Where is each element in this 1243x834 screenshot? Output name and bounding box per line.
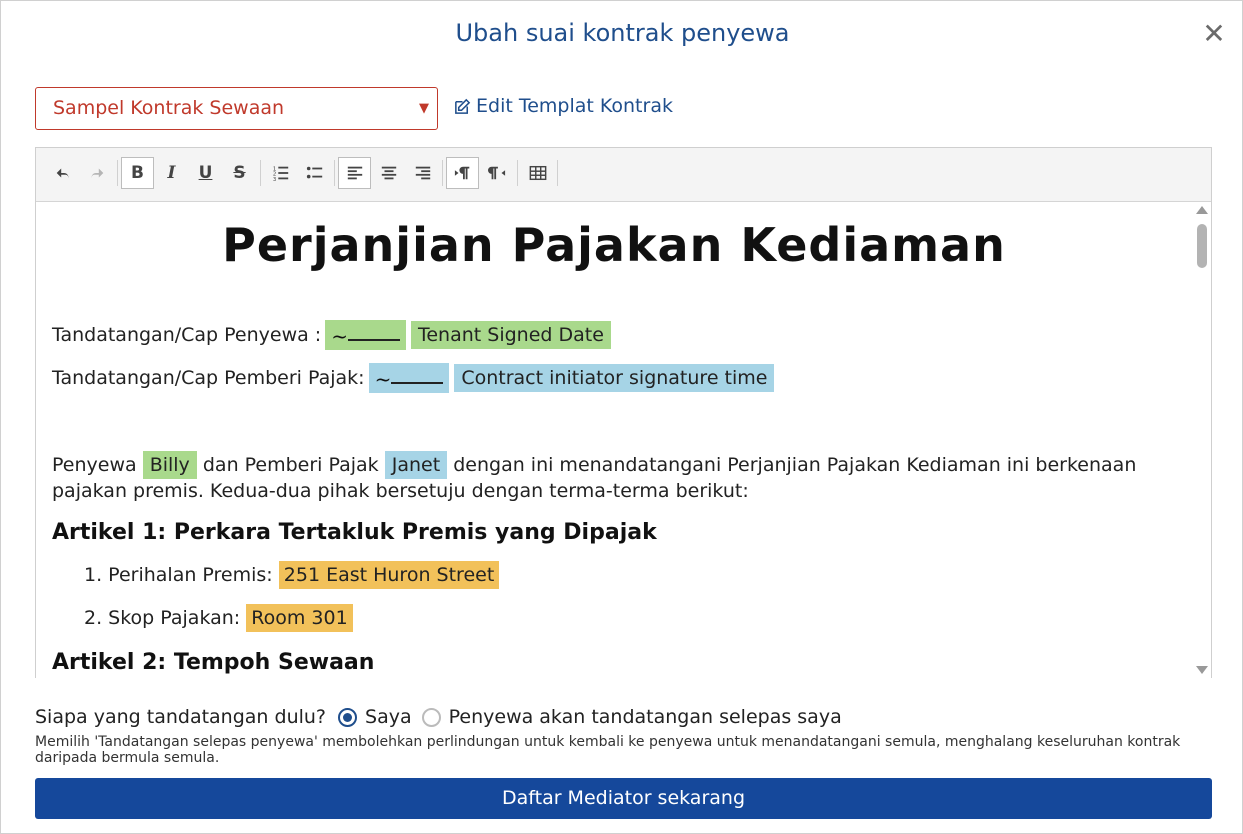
align-center-icon[interactable]: [372, 157, 405, 189]
edit-template-link[interactable]: Edit Templat Kontrak: [453, 95, 673, 117]
tenant-date-tag[interactable]: Tenant Signed Date: [410, 321, 611, 349]
premises-value-tag[interactable]: 251 East Huron Street: [278, 561, 500, 589]
document-title: Perjanjian Pajakan Kediaman: [222, 218, 1006, 272]
intro-paragraph: Penyewa Billy dan Pemberi Pajak Janet de…: [52, 451, 1162, 504]
tenant-name-tag[interactable]: Billy: [142, 451, 197, 479]
toolbar-divider: [557, 160, 558, 186]
chevron-down-icon: ▼: [419, 101, 429, 116]
radio-tenant-after[interactable]: [421, 707, 441, 727]
tenant-signature-field[interactable]: ~: [325, 320, 406, 350]
rich-text-editor: B I U S 123 Perjanjian Pajakan Kediaman …: [35, 147, 1212, 678]
register-mediator-button[interactable]: Daftar Mediator sekarang: [35, 778, 1212, 819]
radio-tenant-after-label[interactable]: Penyewa akan tandatangan selepas saya: [449, 706, 842, 728]
toolbar-divider: [260, 160, 261, 186]
rtl-icon[interactable]: [480, 157, 513, 189]
landlord-sign-label: Tandatangan/Cap Pemberi Pajak:: [52, 367, 365, 389]
intro-text: dan Pemberi Pajak: [202, 454, 379, 476]
template-select[interactable]: Sampel Kontrak Sewaan ▼: [35, 87, 438, 130]
intro-text: Penyewa: [52, 454, 137, 476]
bold-button[interactable]: B: [121, 157, 154, 189]
toolbar-divider: [517, 160, 518, 186]
radio-me[interactable]: [338, 707, 358, 727]
bullet-list-icon[interactable]: [298, 157, 331, 189]
radio-me-label[interactable]: Saya: [365, 706, 412, 728]
editor-content[interactable]: Perjanjian Pajakan Kediaman Tandatangan/…: [36, 202, 1192, 678]
signing-note: Memilih 'Tandatangan selepas penyewa' me…: [35, 734, 1181, 766]
editor-toolbar: B I U S 123: [36, 148, 1211, 202]
landlord-name-tag[interactable]: Janet: [384, 451, 448, 479]
ltr-icon[interactable]: [446, 157, 479, 189]
scroll-up-icon[interactable]: [1196, 206, 1208, 214]
italic-button[interactable]: I: [155, 157, 188, 189]
list-item: 2. Skop Pajakan: Room 301: [84, 604, 353, 632]
scroll-down-icon[interactable]: [1196, 666, 1208, 674]
align-right-icon[interactable]: [406, 157, 439, 189]
toolbar-divider: [334, 160, 335, 186]
redo-icon[interactable]: [80, 157, 113, 189]
article-2-heading: Artikel 2: Tempoh Sewaan: [52, 650, 375, 675]
toolbar-divider: [442, 160, 443, 186]
landlord-signature-line: Tandatangan/Cap Pemberi Pajak: ~ Contrac…: [52, 363, 775, 393]
toolbar-divider: [117, 160, 118, 186]
undo-icon[interactable]: [46, 157, 79, 189]
signing-order-row: Siapa yang tandatangan dulu? Saya Penyew…: [35, 706, 842, 728]
edit-icon: [455, 98, 471, 114]
article-1-heading: Artikel 1: Perkara Tertakluk Premis yang…: [52, 520, 657, 545]
scope-value-tag[interactable]: Room 301: [246, 604, 353, 632]
contract-edit-modal: Ubah suai kontrak penyewa ✕ Sampel Kontr…: [0, 0, 1243, 834]
edit-template-label: Edit Templat Kontrak: [476, 95, 673, 117]
tenant-signature-line: Tandatangan/Cap Penyewa : ~ Tenant Signe…: [52, 320, 611, 350]
close-icon[interactable]: ✕: [1200, 19, 1228, 49]
ordered-list-icon[interactable]: 123: [264, 157, 297, 189]
scope-label: 2. Skop Pajakan:: [84, 607, 241, 629]
align-left-icon[interactable]: [338, 157, 371, 189]
premises-label: 1. Perihalan Premis:: [84, 564, 273, 586]
underline-button[interactable]: U: [189, 157, 222, 189]
tenant-sign-label: Tandatangan/Cap Penyewa :: [52, 324, 322, 346]
signature-icon: ~: [331, 324, 348, 348]
landlord-time-tag[interactable]: Contract initiator signature time: [454, 364, 775, 392]
landlord-signature-field[interactable]: ~: [368, 363, 450, 393]
table-icon[interactable]: [521, 157, 554, 189]
scrollbar-thumb[interactable]: [1197, 224, 1207, 268]
strikethrough-button[interactable]: S: [223, 157, 256, 189]
template-select-value: Sampel Kontrak Sewaan: [53, 97, 285, 119]
signing-question: Siapa yang tandatangan dulu?: [35, 706, 327, 728]
modal-title: Ubah suai kontrak penyewa: [455, 19, 790, 47]
editor-scrollbar[interactable]: [1192, 202, 1211, 678]
svg-text:3: 3: [272, 177, 275, 182]
list-item: 1. Perihalan Premis: 251 East Huron Stre…: [84, 561, 500, 589]
signature-icon: ~: [374, 367, 392, 391]
